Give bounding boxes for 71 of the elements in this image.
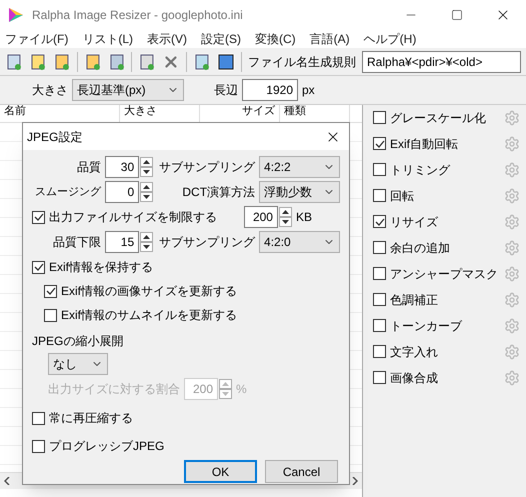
number-field[interactable]: 30: [105, 156, 140, 178]
spinner[interactable]: [140, 232, 154, 252]
ok-button[interactable]: OK: [184, 460, 257, 483]
window-title: Ralpha Image Resizer - googlephoto.ini: [32, 7, 243, 24]
checkbox[interactable]: グレースケール化: [373, 108, 486, 126]
subsampling-label: サブサンプリング: [158, 234, 256, 251]
spinner[interactable]: [140, 182, 154, 202]
cancel-button[interactable]: Cancel: [265, 460, 338, 483]
menu-item[interactable]: 変換(C): [255, 30, 296, 48]
checkmark-icon: [374, 138, 384, 148]
dropdown[interactable]: 4:2:0: [259, 231, 340, 253]
dropdown[interactable]: 4:2:2: [259, 156, 340, 178]
selection-icon[interactable]: [217, 52, 236, 70]
ratio-label: 出力サイズに対する割合: [48, 381, 180, 398]
checkbox[interactable]: 出力ファイルサイズを制限する: [32, 208, 217, 226]
menu-item[interactable]: 表示(V): [147, 30, 187, 48]
checkbox[interactable]: 色調補正: [373, 290, 438, 308]
checkbox[interactable]: 常に再圧縮する: [32, 409, 133, 427]
percent-unit: %: [236, 381, 247, 398]
checkmark-icon: [34, 212, 44, 222]
menu-item[interactable]: ファイル(F): [5, 30, 68, 48]
checkbox[interactable]: Exif自動回転: [373, 134, 458, 152]
dct-label: DCT演算方法: [181, 184, 256, 201]
dialog-title: JPEG設定: [27, 128, 82, 146]
rule-field[interactable]: Ralpha¥<pdir>¥<old>: [362, 50, 522, 72]
document-icon[interactable]: [138, 52, 156, 70]
checkbox[interactable]: リサイズ: [373, 212, 438, 230]
size-label: 大きさ: [32, 82, 68, 99]
number-field[interactable]: 15: [105, 231, 140, 253]
checkbox[interactable]: Exif情報を保持する: [32, 258, 154, 276]
edge-label: 長辺: [214, 82, 238, 99]
smoothing-label: スムージング: [34, 184, 102, 200]
save-icon[interactable]: [108, 52, 126, 70]
subsampling-label: サブサンプリング: [158, 159, 256, 176]
dropdown[interactable]: 浮動少数: [259, 181, 340, 203]
scroll-right-icon[interactable]: [352, 477, 358, 485]
checkbox[interactable]: プログレッシブJPEG: [32, 437, 164, 455]
checkmark-icon: [374, 216, 384, 226]
scroll-left-icon[interactable]: [4, 477, 10, 485]
spinner[interactable]: [140, 157, 154, 177]
menu-item[interactable]: 設定(S): [201, 30, 241, 48]
checkbox[interactable]: 文字入れ: [373, 342, 438, 360]
spinner[interactable]: [278, 207, 292, 227]
dropdown[interactable]: 長辺基準(px): [72, 79, 184, 101]
rule-label: ファイル名生成規則: [248, 54, 356, 70]
section-heading: JPEGの縮小展開: [32, 333, 124, 350]
checkbox[interactable]: アンシャープマスク: [373, 264, 498, 282]
checkmark-icon: [46, 286, 56, 296]
menu-item[interactable]: リスト(L): [82, 30, 133, 48]
unit-label: px: [302, 82, 315, 99]
checkbox[interactable]: 余白の追加: [373, 238, 450, 256]
checkmark-icon: [34, 262, 44, 272]
checkbox[interactable]: Exif情報の画像サイズを更新する: [44, 282, 238, 300]
menu-item[interactable]: 言語(A): [310, 30, 350, 48]
checkbox[interactable]: 画像合成: [373, 368, 438, 386]
dropdown[interactable]: なし: [48, 353, 108, 375]
checkbox[interactable]: トリミング: [373, 160, 450, 178]
maximize-icon[interactable]: [451, 9, 463, 21]
quality-label: 品質: [76, 159, 102, 176]
checkbox[interactable]: トーンカーブ: [373, 316, 462, 334]
new-file-icon[interactable]: [5, 52, 23, 70]
kb-unit: KB: [296, 209, 312, 226]
number-field[interactable]: 0: [105, 181, 140, 203]
folder-icon[interactable]: [28, 52, 47, 70]
app-logo-icon: [8, 7, 24, 23]
checkbox[interactable]: Exif情報のサムネイルを更新する: [44, 306, 238, 324]
menu-item[interactable]: ヘルプ(H): [364, 30, 416, 48]
number-field[interactable]: 200: [244, 206, 278, 228]
checkbox[interactable]: 回転: [373, 186, 414, 204]
edge-field[interactable]: 1920: [242, 79, 298, 101]
min-quality-label: 品質下限: [52, 234, 102, 251]
